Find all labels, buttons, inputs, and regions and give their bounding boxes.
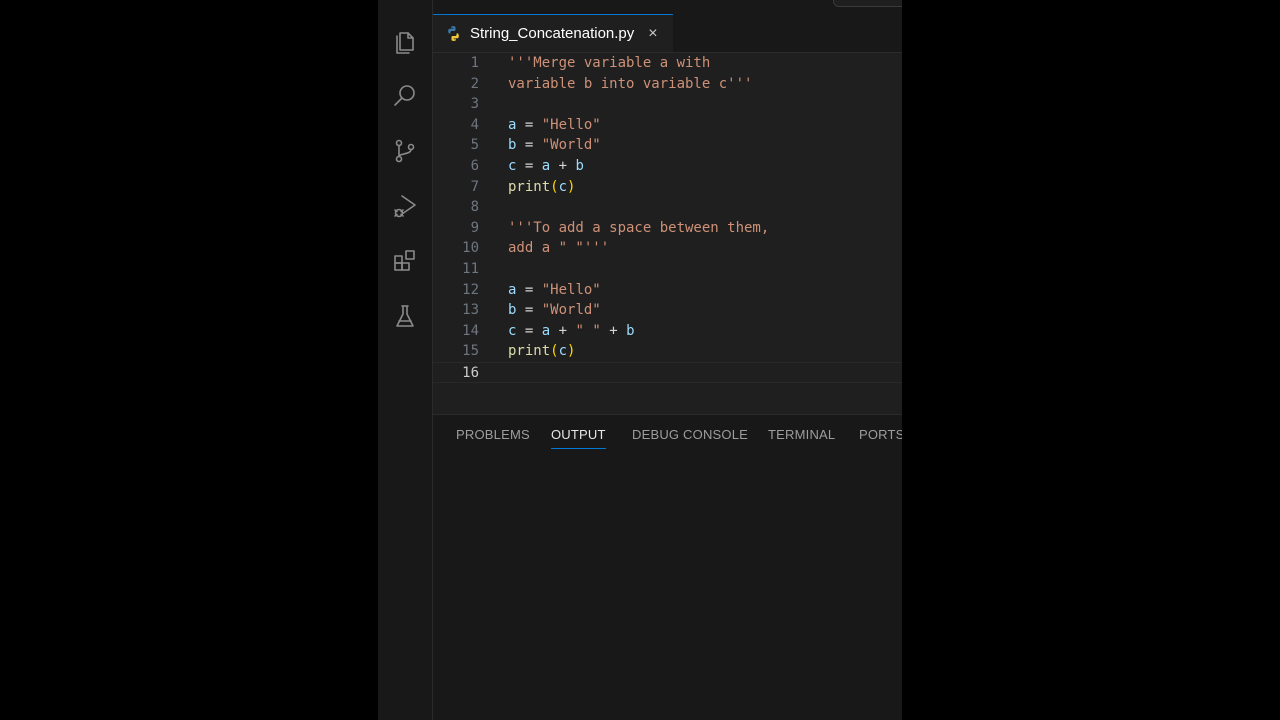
code-token: a <box>541 322 551 339</box>
line-number: 13 <box>462 302 479 319</box>
tab-label: String_Concatenation.py <box>470 25 635 42</box>
line-number: 9 <box>470 219 479 236</box>
code-token: = <box>516 281 542 298</box>
line-number: 1 <box>470 55 479 71</box>
code-token: print <box>508 343 551 360</box>
code-text: c = a + b <box>508 156 584 177</box>
code-editor[interactable]: 1 '''Merge variable a with 2 variable b int… <box>433 53 902 414</box>
code-token: = <box>516 322 542 339</box>
code-text: a = "Hello" <box>508 280 601 301</box>
code-token: c <box>558 178 568 195</box>
line-number: 11 <box>462 261 479 277</box>
code-text: c = a + " " + b <box>508 321 635 342</box>
code-line[interactable]: 14 c = a + " " + b <box>433 321 902 342</box>
code-line[interactable]: 16 <box>433 362 902 383</box>
code-line[interactable]: 4 a = "Hello" <box>433 115 902 136</box>
code-line[interactable]: 6 c = a + b <box>433 156 902 177</box>
tab-debug-console[interactable]: DEBUG CONSOLE <box>632 427 748 448</box>
activity-bar <box>378 0 433 720</box>
source-control-icon[interactable] <box>389 135 421 167</box>
tab-problems[interactable]: PROBLEMS <box>456 427 530 448</box>
code-token: = <box>516 158 542 174</box>
code-line[interactable]: 7 print(c) <box>433 177 902 198</box>
code-token: '''To add a space between them, <box>508 219 770 236</box>
code-token: + <box>600 322 627 339</box>
code-token: ( <box>550 178 559 195</box>
code-token: c <box>558 343 568 360</box>
code-line[interactable]: 8 <box>433 197 902 218</box>
code-token: ) <box>567 178 576 195</box>
code-text: b = "World" <box>508 300 601 321</box>
line-number: 2 <box>470 75 479 92</box>
code-token: ) <box>567 343 576 360</box>
code-text: print(c) <box>508 177 575 198</box>
code-line[interactable]: 10 add a " "''' <box>433 238 902 259</box>
code-line[interactable]: 5 b = "World" <box>433 135 902 156</box>
line-number: 12 <box>462 281 479 298</box>
close-icon[interactable]: × <box>648 25 657 43</box>
code-line[interactable]: 13 b = "World" <box>433 300 902 321</box>
code-text: '''Merge variable a with <box>508 53 710 74</box>
code-token: = <box>516 116 542 133</box>
search-icon[interactable] <box>389 80 421 112</box>
code-token: print <box>508 178 551 195</box>
code-text: add a " "''' <box>508 238 609 259</box>
code-line[interactable]: 1 '''Merge variable a with <box>433 53 902 74</box>
code-line[interactable]: 12 a = "Hello" <box>433 280 902 301</box>
code-text: '''To add a space between them, <box>508 218 769 239</box>
code-token: + <box>550 158 576 174</box>
code-line[interactable]: 9 '''To add a space between them, <box>433 218 902 239</box>
code-line[interactable]: 15 print(c) <box>433 341 902 362</box>
vscode-window: String_Concatenation.py × 1 '''Merge vari… <box>378 0 902 720</box>
line-number: 6 <box>470 158 479 174</box>
editor-tab[interactable]: String_Concatenation.py × <box>433 14 673 52</box>
line-number: 14 <box>462 322 479 339</box>
explorer-icon[interactable] <box>389 25 421 57</box>
code-token: " " <box>575 322 601 339</box>
code-token: a <box>541 158 551 174</box>
line-number: 3 <box>470 96 479 113</box>
bottom-panel: PROBLEMS OUTPUT DEBUG CONSOLE TERMINAL P… <box>433 414 902 720</box>
code-token: + <box>550 322 576 339</box>
extensions-icon[interactable] <box>389 245 421 277</box>
line-number: 8 <box>470 199 479 216</box>
run-debug-icon[interactable] <box>389 190 421 222</box>
code-token: b <box>575 158 584 174</box>
tab-terminal[interactable]: TERMINAL <box>768 427 835 448</box>
python-icon <box>448 26 459 41</box>
code-token: b <box>626 322 635 339</box>
code-line[interactable]: 2 variable b into variable c''' <box>433 74 902 95</box>
line-number: 10 <box>462 240 479 257</box>
code-text: variable b into variable c''' <box>508 74 752 95</box>
tab-output[interactable]: OUTPUT <box>551 427 606 449</box>
code-token: = <box>516 137 542 154</box>
code-line[interactable]: 3 <box>433 94 902 115</box>
code-token: ( <box>550 343 559 360</box>
code-text: print(c) <box>508 341 575 362</box>
code-token: "Hello" <box>541 281 601 298</box>
code-text: b = "World" <box>508 135 601 156</box>
code-token: = <box>516 302 542 319</box>
code-text: a = "Hello" <box>508 115 601 136</box>
testing-icon[interactable] <box>389 300 421 332</box>
line-number: 7 <box>470 178 479 195</box>
command-center[interactable] <box>833 0 902 7</box>
code-token: add a " "''' <box>508 240 610 257</box>
code-token: "World" <box>541 302 601 319</box>
line-number: 5 <box>470 137 479 154</box>
tab-ports[interactable]: PORTS <box>859 427 902 448</box>
code-token: "Hello" <box>541 116 601 133</box>
code-token: variable b into variable c''' <box>508 75 753 92</box>
code-token: "World" <box>541 137 601 154</box>
line-number: 4 <box>470 116 479 133</box>
line-number: 15 <box>462 343 479 360</box>
code-token: '''Merge variable a with <box>508 55 711 71</box>
code-line[interactable]: 11 <box>433 259 902 280</box>
line-number: 16 <box>462 365 479 381</box>
editor-tab-bar: String_Concatenation.py × <box>433 14 902 53</box>
